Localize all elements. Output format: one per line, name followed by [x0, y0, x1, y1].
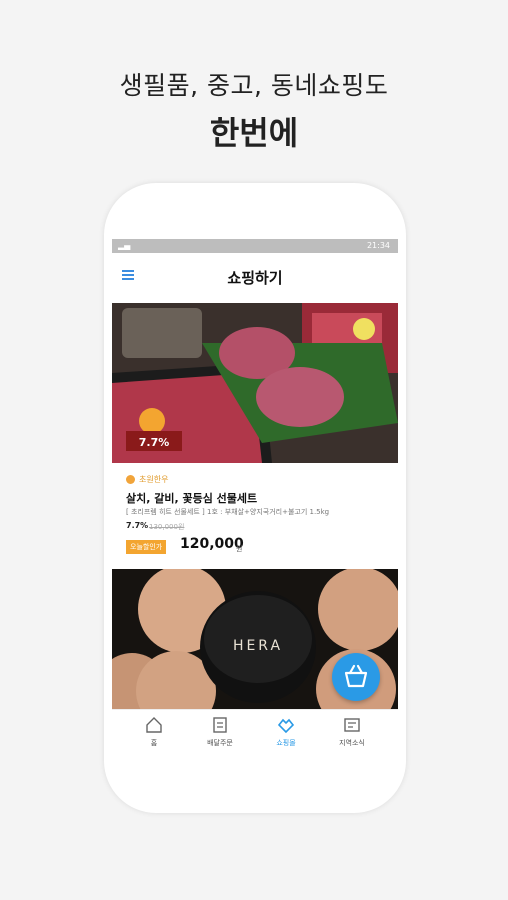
tab-label-local-news: 지역소식 — [339, 739, 365, 747]
tab-label-home: 홈 — [150, 739, 158, 747]
product-description: [ 초리프렘 히트 선물세트 ] 1호 : 부채살+양지국거리+불고기 1.5k… — [126, 508, 330, 516]
tab-delivery[interactable]: 배달주문 — [185, 710, 255, 751]
original-price: 130,000원 — [149, 523, 185, 531]
tab-shop[interactable]: 쇼핑몰 — [251, 710, 321, 751]
bottom-navigation: 홈 배달주문 쇼핑몰 지역소식 — [112, 709, 398, 751]
tab-home[interactable]: 홈 — [119, 710, 189, 751]
discount-overlay: 7.7% — [139, 436, 170, 449]
brand-name: 초원한우 — [139, 475, 169, 484]
news-icon — [344, 718, 360, 732]
basket-icon — [344, 664, 368, 688]
page-title: 쇼핑하기 — [227, 269, 283, 287]
today-price-badge: 오늘할인가 — [126, 540, 167, 554]
brand-icon — [126, 475, 135, 484]
product-image[interactable]: 7.7% — [112, 303, 398, 463]
brand-mark: HERA — [233, 638, 283, 654]
home-icon — [146, 717, 162, 733]
tab-label-delivery: 배달주문 — [207, 739, 233, 747]
brand-row: 초원한우 — [126, 474, 168, 485]
signal-icon: ▂▄ — [118, 241, 131, 250]
tab-local-news[interactable]: 지역소식 — [317, 710, 387, 751]
shop-icon — [277, 718, 295, 734]
delivery-icon — [213, 717, 227, 733]
status-time: 21:34 — [366, 241, 390, 250]
currency: 원 — [236, 545, 243, 553]
discount-rate: 7.7% — [126, 521, 149, 530]
tab-label-shop: 쇼핑몰 — [276, 739, 296, 747]
product-info[interactable]: 초원한우 살치, 갈비, 꽃등심 선물세트 [ 초리프렘 히트 선물세트 ] 1… — [112, 465, 398, 565]
phone-screen: ▂▄ 21:34 쇼핑하기 7.7% 초원한우 살치, 갈비, 꽃등심 선물세트… — [112, 239, 398, 751]
meat-gift-set-image: 7.7% — [112, 303, 398, 463]
app-bar: 쇼핑하기 — [112, 253, 398, 301]
headline-title: 한번에 — [209, 114, 299, 152]
status-bar: ▂▄ 21:34 — [112, 239, 398, 253]
headline-subtitle: 생필품, 중고, 동네쇼핑도 — [119, 71, 389, 100]
sale-price: 120,000 — [180, 536, 244, 552]
product-name[interactable]: 살치, 갈비, 꽃등심 선물세트 — [126, 490, 257, 506]
cart-button[interactable] — [332, 653, 380, 701]
